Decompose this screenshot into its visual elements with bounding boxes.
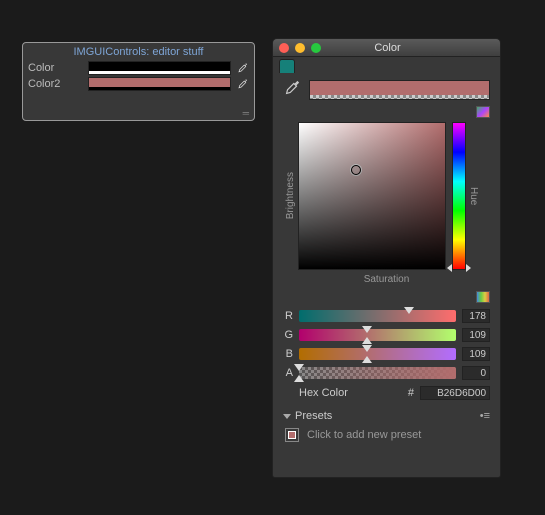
foldout-triangle-icon[interactable]	[283, 414, 291, 419]
axis-label-brightness: Brightness	[283, 172, 298, 219]
saturation-value-field[interactable]	[298, 122, 446, 270]
hue-slider[interactable]	[452, 122, 466, 270]
color-swatch[interactable]	[88, 77, 231, 91]
axis-label-hue: Hue	[466, 187, 481, 205]
axis-label-saturation: Saturation	[283, 274, 490, 285]
inspector-title: IMGUIControls: editor stuff	[23, 43, 254, 60]
field-label: Color2	[28, 78, 88, 90]
window-title: Color	[281, 42, 494, 54]
preset-hint: Click to add new preset	[307, 429, 421, 441]
tab-bar	[273, 57, 500, 73]
slider-mode-icon[interactable]	[476, 291, 490, 303]
eyedropper-icon[interactable]	[283, 79, 301, 100]
slider-thumb-icon[interactable]	[362, 345, 372, 352]
slider-row-r: R 178	[283, 309, 490, 323]
g-value-input[interactable]: 109	[462, 328, 490, 342]
b-value-input[interactable]: 109	[462, 347, 490, 361]
color-picker-window: Color Brightness Hue	[272, 38, 501, 478]
window-titlebar[interactable]: Color	[273, 39, 500, 57]
tab-color[interactable]	[279, 59, 295, 73]
eyedropper-icon[interactable]	[235, 77, 249, 91]
slider-thumb-icon[interactable]	[294, 375, 304, 382]
presets-header[interactable]: Presets •≡	[283, 410, 490, 422]
slider-label: B	[283, 348, 293, 360]
preset-swatch-icon	[288, 431, 296, 439]
color-preview	[309, 80, 490, 100]
slider-thumb-icon[interactable]	[362, 356, 372, 363]
color-field-row: Color2	[23, 76, 254, 92]
resize-handle-icon[interactable]: ═	[243, 108, 250, 118]
a-value-input[interactable]: 0	[462, 366, 490, 380]
presets-menu-icon[interactable]: •≡	[480, 410, 490, 422]
preset-add-button[interactable]	[285, 428, 299, 442]
sv-cursor-icon[interactable]	[351, 165, 361, 175]
presets-heading: Presets	[295, 410, 332, 422]
slider-thumb-icon[interactable]	[362, 337, 372, 344]
slider-label: R	[283, 310, 293, 322]
hex-input[interactable]: B26D6D00	[420, 386, 490, 400]
inspector-panel: IMGUIControls: editor stuff Color Color2…	[22, 42, 255, 121]
color-swatch[interactable]	[88, 61, 231, 75]
slider-row-g: G 109	[283, 328, 490, 342]
r-value-input[interactable]: 178	[462, 309, 490, 323]
slider-row-a: A 0	[283, 366, 490, 380]
slider-thumb-icon[interactable]	[294, 364, 304, 371]
hue-thumb-icon[interactable]	[466, 264, 471, 272]
swatch-alpha	[89, 87, 230, 90]
r-slider[interactable]	[299, 310, 456, 322]
field-label: Color	[28, 62, 88, 74]
swatch-rgb	[89, 62, 230, 71]
slider-thumb-icon[interactable]	[404, 307, 414, 314]
swatch-alpha	[89, 71, 230, 74]
a-slider[interactable]	[299, 367, 456, 379]
b-slider[interactable]	[299, 348, 456, 360]
g-slider[interactable]	[299, 329, 456, 341]
slider-label: A	[283, 367, 293, 379]
hue-thumb-icon[interactable]	[447, 264, 452, 272]
hex-label: Hex Color	[299, 387, 402, 399]
swatch-rgb	[89, 78, 230, 87]
slider-row-b: B 109	[283, 347, 490, 361]
eyedropper-icon[interactable]	[235, 61, 249, 75]
hdr-toggle-icon[interactable]	[476, 106, 490, 118]
color-field-row: Color	[23, 60, 254, 76]
slider-thumb-icon[interactable]	[362, 326, 372, 333]
hex-hash: #	[408, 387, 414, 399]
preview-rgb	[310, 81, 489, 95]
preview-alpha	[310, 95, 489, 99]
slider-label: G	[283, 329, 293, 341]
